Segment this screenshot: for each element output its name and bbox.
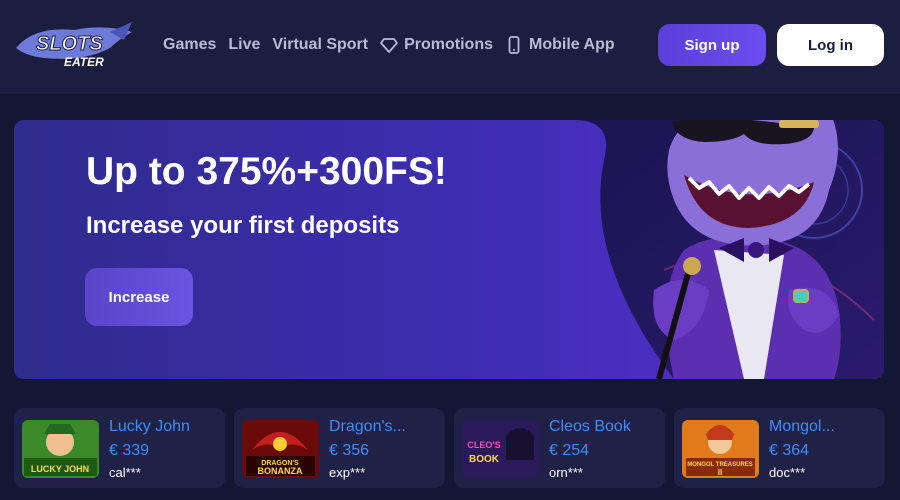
nav-games[interactable]: Games	[163, 36, 216, 54]
winner-amount: € 356	[329, 442, 370, 459]
svg-text:BOOK: BOOK	[469, 454, 500, 465]
banner-title: Up to 375%+300FS!	[86, 150, 447, 193]
winner-game-name[interactable]: Mongol...	[769, 418, 835, 436]
increase-button[interactable]: Increase	[85, 268, 193, 326]
game-thumbnail-dragons-bonanza[interactable]: DRAGON'S BONANZA	[242, 420, 319, 478]
svg-text:SLOTS: SLOTS	[36, 33, 103, 55]
winner-card[interactable]: DRAGON'S BONANZA Dragon's... € 356 exp**…	[234, 408, 445, 488]
nav-promotions[interactable]: Promotions	[380, 36, 493, 54]
winner-amount: € 364	[769, 442, 810, 459]
nav-games-label: Games	[163, 36, 217, 53]
nav-promotions-label: Promotions	[404, 36, 493, 53]
winner-username: exp***	[329, 465, 366, 480]
nav-live-label: Live	[228, 36, 261, 53]
svg-text:CLEO'S: CLEO'S	[467, 440, 500, 450]
svg-text:LUCKY JOHN: LUCKY JOHN	[31, 464, 89, 474]
phone-icon	[508, 36, 520, 54]
sign-up-button[interactable]: Sign up	[658, 24, 766, 66]
winner-card[interactable]: MONGOL TREASURES II Mongol... € 364 doc*…	[674, 408, 885, 488]
main-nav: Games Live Virtual Sport Promotions Mobi…	[163, 0, 615, 90]
winner-game-name[interactable]: Cleos Book	[549, 418, 631, 436]
game-thumbnail-mongol-treasures[interactable]: MONGOL TREASURES II	[682, 420, 759, 478]
game-thumbnail-cleos-book[interactable]: CLEO'S BOOK	[462, 420, 539, 478]
nav-mobile-app[interactable]: Mobile App	[505, 36, 615, 54]
recent-winners-row: LUCKY JOHN Lucky John € 339 cal*** DRAGO…	[14, 408, 898, 490]
svg-text:EATER: EATER	[64, 55, 104, 69]
winner-username: doc***	[769, 465, 806, 480]
shark-mascot-image	[653, 120, 841, 379]
header: SLOTS EATER Games Live Virtual Sport Pro…	[0, 0, 900, 94]
banner-subtitle: Increase your first deposits	[86, 212, 400, 239]
diamond-icon	[380, 38, 399, 53]
nav-virtual-sport[interactable]: Virtual Sport	[272, 36, 368, 54]
nav-live[interactable]: Live	[228, 36, 260, 54]
promo-banner: Up to 375%+300FS! Increase your first de…	[14, 120, 884, 379]
winner-game-name[interactable]: Lucky John	[109, 418, 190, 436]
svg-text:II: II	[718, 468, 722, 477]
winner-amount: € 339	[109, 442, 150, 459]
winner-amount: € 254	[549, 442, 590, 459]
game-thumbnail-lucky-john[interactable]: LUCKY JOHN	[22, 420, 99, 478]
winner-username: orn***	[549, 465, 583, 480]
nav-virtual-sport-label: Virtual Sport	[272, 36, 369, 53]
winner-username: cal***	[109, 465, 141, 480]
winner-game-name[interactable]: Dragon's...	[329, 418, 406, 436]
svg-text:BONANZA: BONANZA	[258, 466, 303, 476]
winner-card[interactable]: CLEO'S BOOK Cleos Book € 254 orn***	[454, 408, 665, 488]
slots-eater-logo[interactable]: SLOTS EATER	[14, 18, 134, 72]
log-in-button[interactable]: Log in	[777, 24, 884, 66]
nav-mobile-app-label: Mobile App	[529, 36, 615, 53]
winner-card[interactable]: LUCKY JOHN Lucky John € 339 cal***	[14, 408, 225, 488]
